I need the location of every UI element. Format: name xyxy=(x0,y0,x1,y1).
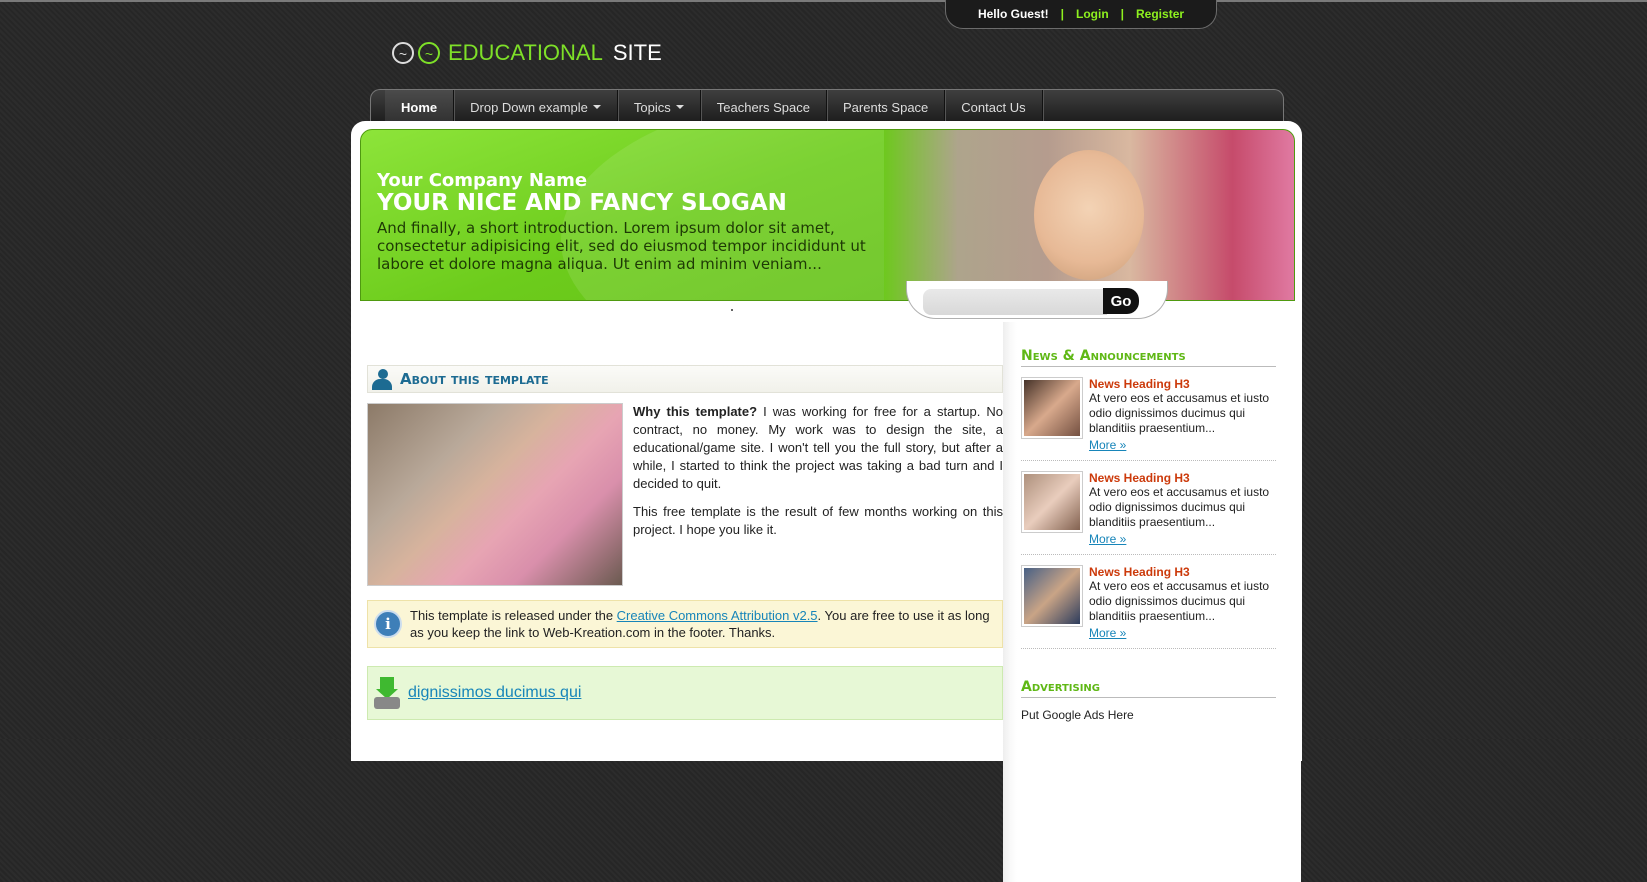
about-text: Why this template? I was working for fre… xyxy=(633,403,1003,586)
logo-text-site: SITE xyxy=(612,40,662,65)
more-link[interactable]: More » xyxy=(1089,532,1126,546)
intro-text: And finally, a short introduction. Lorem… xyxy=(377,219,866,273)
nav-item-topics[interactable]: Topics xyxy=(618,90,701,124)
news-text: At vero eos et accusamus et iusto odio d… xyxy=(1089,579,1270,623)
nav-label: Teachers Space xyxy=(716,99,810,115)
news-thumbnail[interactable] xyxy=(1021,471,1083,533)
main-nav: Home Drop Down example Topics Teachers S… xyxy=(370,89,1284,124)
license-text: This template is released under the Crea… xyxy=(410,607,994,641)
news-heading: News Heading H3 xyxy=(1089,377,1190,391)
download-link[interactable]: dignissimos ducimus qui xyxy=(408,684,581,702)
nav-item-contact-us[interactable]: Contact Us xyxy=(945,90,1043,124)
nav-label: Parents Space xyxy=(843,99,929,115)
more-link[interactable]: More » xyxy=(1089,626,1126,640)
main-content: About this template Why this template? I… xyxy=(367,365,1003,720)
news-text: At vero eos et accusamus et iusto odio d… xyxy=(1089,485,1270,529)
about-row: Why this template? I was working for fre… xyxy=(367,403,1003,586)
nav-item-dropdown-example[interactable]: Drop Down example xyxy=(454,90,618,124)
news-heading: News Heading H3 xyxy=(1089,565,1190,579)
news-thumbnail[interactable] xyxy=(1021,565,1083,627)
more-link[interactable]: More » xyxy=(1089,438,1126,452)
news-item: News Heading H3 At vero eos et accusamus… xyxy=(1021,367,1276,461)
separator: | xyxy=(1060,7,1064,21)
license-notice: i This template is released under the Cr… xyxy=(367,600,1003,648)
greeting-text: Hello Guest! xyxy=(977,7,1049,21)
license-pre: This template is released under the xyxy=(410,608,617,623)
logo-text-educational: EDUCATIONAL xyxy=(448,40,603,65)
news-item: News Heading H3 At vero eos et accusamus… xyxy=(1021,555,1276,649)
advertising-title: Advertising xyxy=(1021,679,1276,698)
news-text: At vero eos et accusamus et iusto odio d… xyxy=(1089,391,1270,435)
header-banner: Your Company Name YOUR NICE AND FANCY SL… xyxy=(360,129,1295,301)
caret-down-icon xyxy=(675,105,684,109)
nav-label: Home xyxy=(401,99,438,115)
nav-label: Topics xyxy=(633,99,671,115)
slogan: YOUR NICE AND FANCY SLOGAN xyxy=(377,190,787,216)
search-input[interactable] xyxy=(923,289,1107,315)
go-button[interactable]: Go xyxy=(1103,288,1139,314)
about-p2: This free template is the result of few … xyxy=(633,504,1003,537)
classroom-photo xyxy=(367,403,623,586)
download-box: dignissimos ducimus qui xyxy=(367,666,1003,720)
creative-commons-link[interactable]: Creative Commons Attribution v2.5 xyxy=(617,608,818,623)
news-thumbnail[interactable] xyxy=(1021,377,1083,439)
about-bold: Why this template? xyxy=(633,404,758,419)
login-link[interactable]: Login xyxy=(1076,7,1109,21)
company-name: Your Company Name xyxy=(377,170,588,191)
news-heading: News Heading H3 xyxy=(1089,471,1190,485)
site-logo[interactable]: ~ ~ EDUCATIONAL SITE xyxy=(392,40,662,66)
nav-label: Drop Down example xyxy=(470,99,588,115)
news-item: News Heading H3 At vero eos et accusamus… xyxy=(1021,461,1276,555)
divider-dot xyxy=(731,309,733,311)
banner-child-face xyxy=(1034,150,1144,280)
sidebar: News & Announcements News Heading H3 At … xyxy=(1003,322,1301,882)
nav-item-teachers-space[interactable]: Teachers Space xyxy=(701,90,827,124)
download-icon xyxy=(374,677,400,709)
info-icon: i xyxy=(374,610,402,638)
top-border xyxy=(0,0,1647,2)
nav-item-parents-space[interactable]: Parents Space xyxy=(827,90,946,124)
register-link[interactable]: Register xyxy=(1136,7,1184,21)
user-bar: Hello Guest! | Login | Register xyxy=(945,0,1217,29)
page-container: Your Company Name YOUR NICE AND FANCY SL… xyxy=(351,121,1302,882)
advertising-section: Advertising Put Google Ads Here xyxy=(1021,679,1276,722)
logo-eye-icon: ~ xyxy=(392,42,414,64)
caret-down-icon xyxy=(592,105,601,109)
person-icon xyxy=(370,367,394,391)
section-title: About this template xyxy=(400,370,549,388)
nav-item-home[interactable]: Home xyxy=(385,90,455,124)
news-title: News & Announcements xyxy=(1021,348,1276,367)
logo-eye-icon: ~ xyxy=(418,42,440,64)
advertising-text: Put Google Ads Here xyxy=(1021,708,1134,722)
nav-label: Contact Us xyxy=(961,99,1026,115)
separator: | xyxy=(1120,7,1125,21)
section-header: About this template xyxy=(367,365,1003,393)
